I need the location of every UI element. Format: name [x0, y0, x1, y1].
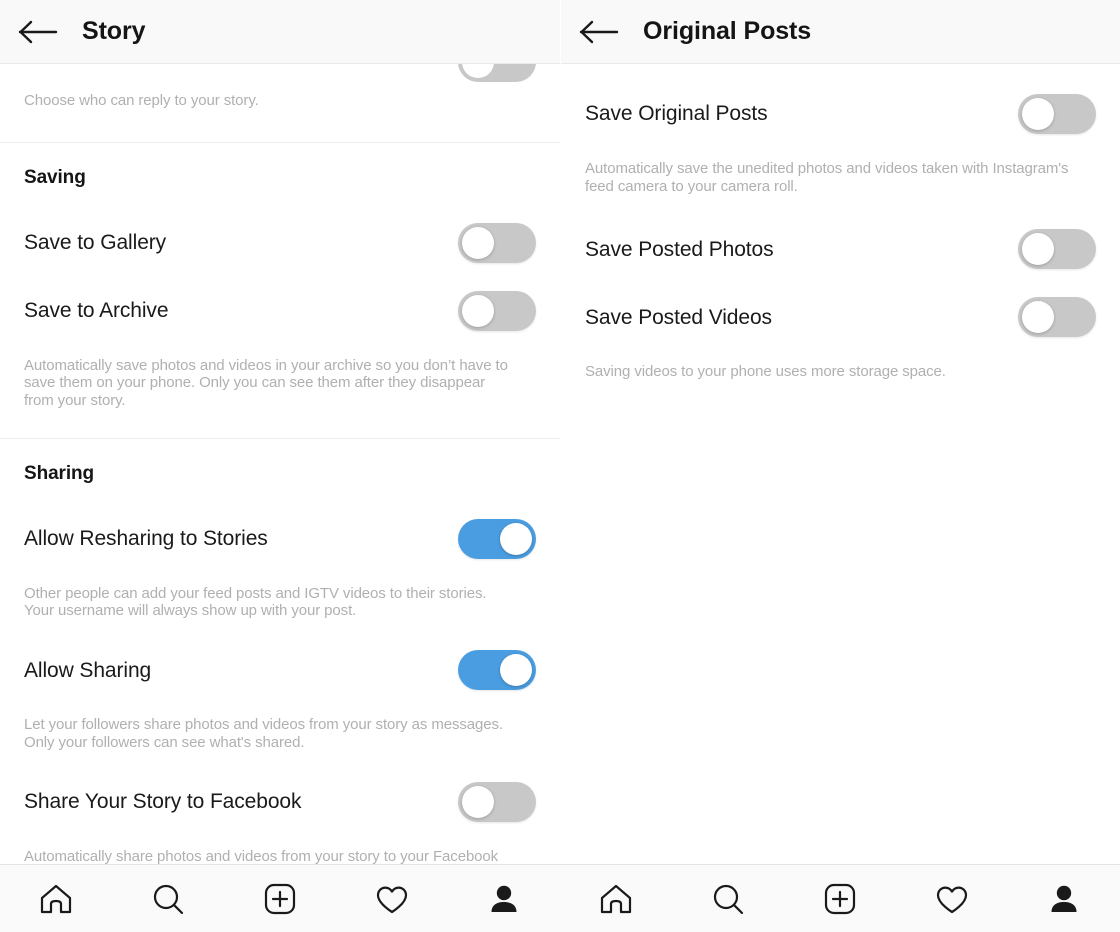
row-label: Allow Resharing to Stories: [24, 527, 268, 551]
nav-item-activity[interactable]: [356, 871, 428, 927]
original-posts-header: Original Posts: [561, 0, 1120, 64]
arrow-left-icon[interactable]: [18, 12, 64, 52]
original-posts-pane: Original Posts Save Original Posts Autom…: [560, 0, 1120, 864]
app-root: Story Choose who can reply to your story…: [0, 0, 1120, 932]
save-original-posts-description: Automatically save the unedited photos a…: [585, 160, 1069, 195]
reply-setting-description: Choose who can reply to your story.: [24, 92, 259, 109]
toggle-knob: [1022, 98, 1054, 130]
toggle-save-posted-videos[interactable]: [1018, 297, 1096, 338]
row-share-story-to-facebook[interactable]: Share Your Story to Facebook: [0, 780, 560, 824]
nav-item-home[interactable]: [20, 871, 92, 927]
save-posted-videos-description: Saving videos to your phone uses more st…: [585, 363, 946, 381]
toggle-allow-resharing-to-stories[interactable]: [458, 518, 536, 559]
section-title-saving: Saving: [24, 166, 86, 188]
nav-item-profile[interactable]: [468, 871, 540, 927]
arrow-left-icon[interactable]: [579, 12, 625, 52]
bottom-nav-left: [0, 865, 560, 932]
add-post-icon: [820, 879, 860, 919]
row-allow-resharing-to-stories[interactable]: Allow Resharing to Stories: [0, 517, 560, 561]
add-post-icon: [260, 879, 300, 919]
nav-item-profile[interactable]: [1028, 871, 1100, 927]
home-icon: [36, 879, 76, 919]
toggle-knob: [500, 654, 532, 687]
toggle-knob: [500, 522, 532, 555]
toggle-knob: [1022, 301, 1054, 334]
dual-pane-container: Story Choose who can reply to your story…: [0, 0, 1120, 864]
toggle-save-original-posts[interactable]: [1018, 94, 1096, 134]
toggle-knob: [1022, 233, 1054, 266]
story-settings-body: Choose who can reply to your story. Savi…: [0, 64, 560, 864]
nav-item-add-post[interactable]: [244, 871, 316, 927]
scrolled-off-toggle[interactable]: [458, 64, 536, 82]
toggle-save-to-gallery[interactable]: [458, 222, 536, 263]
toggle-save-to-archive[interactable]: [458, 290, 536, 331]
row-label: Save Posted Photos: [585, 237, 774, 261]
toggle-save-posted-photos[interactable]: [1018, 229, 1096, 270]
toggle-share-story-to-facebook[interactable]: [458, 781, 536, 822]
story-header: Story: [0, 0, 560, 64]
search-icon: [708, 879, 748, 919]
toggle-allow-sharing[interactable]: [458, 650, 536, 691]
row-save-posted-videos[interactable]: Save Posted Videos: [561, 295, 1120, 339]
home-icon: [596, 879, 636, 919]
bottom-nav-right: [560, 865, 1120, 932]
row-label: Save to Gallery: [24, 231, 167, 255]
nav-item-home[interactable]: [580, 871, 652, 927]
share-to-facebook-description: Automatically share photos and videos fr…: [24, 847, 499, 865]
bottom-navigation-bar: [0, 864, 1120, 932]
toggle-knob: [462, 226, 494, 259]
story-settings-pane: Story Choose who can reply to your story…: [0, 0, 560, 864]
row-allow-sharing[interactable]: Allow Sharing: [0, 648, 560, 692]
allow-sharing-description: Let your followers share photos and vide…: [24, 716, 503, 751]
row-label: Save Posted Videos: [585, 305, 772, 329]
toggle-knob: [462, 294, 494, 327]
row-label: Save to Archive: [24, 299, 169, 323]
row-save-to-gallery[interactable]: Save to Gallery: [0, 221, 560, 265]
saving-section-description: Automatically save photos and videos in …: [24, 356, 508, 410]
search-icon: [148, 879, 188, 919]
page-title: Story: [82, 17, 146, 45]
original-posts-body: Save Original Posts Automatically save t…: [561, 64, 1120, 864]
row-label: Share Your Story to Facebook: [24, 789, 302, 813]
row-label: Allow Sharing: [24, 658, 152, 682]
row-save-to-archive[interactable]: Save to Archive: [0, 289, 560, 333]
profile-icon: [1044, 879, 1084, 919]
row-save-posted-photos[interactable]: Save Posted Photos: [561, 227, 1120, 271]
heart-icon: [932, 879, 972, 919]
toggle-knob: [462, 785, 494, 818]
nav-item-add-post[interactable]: [804, 871, 876, 927]
section-title-sharing: Sharing: [24, 462, 95, 484]
row-label: Save Original Posts: [585, 102, 768, 126]
row-save-original-posts[interactable]: Save Original Posts: [561, 92, 1120, 136]
heart-icon: [372, 879, 412, 919]
profile-icon: [484, 879, 524, 919]
nav-item-search[interactable]: [692, 871, 764, 927]
allow-resharing-description: Other people can add your feed posts and…: [24, 584, 487, 620]
nav-item-search[interactable]: [132, 871, 204, 927]
page-title: Original Posts: [643, 17, 812, 45]
nav-item-activity[interactable]: [916, 871, 988, 927]
